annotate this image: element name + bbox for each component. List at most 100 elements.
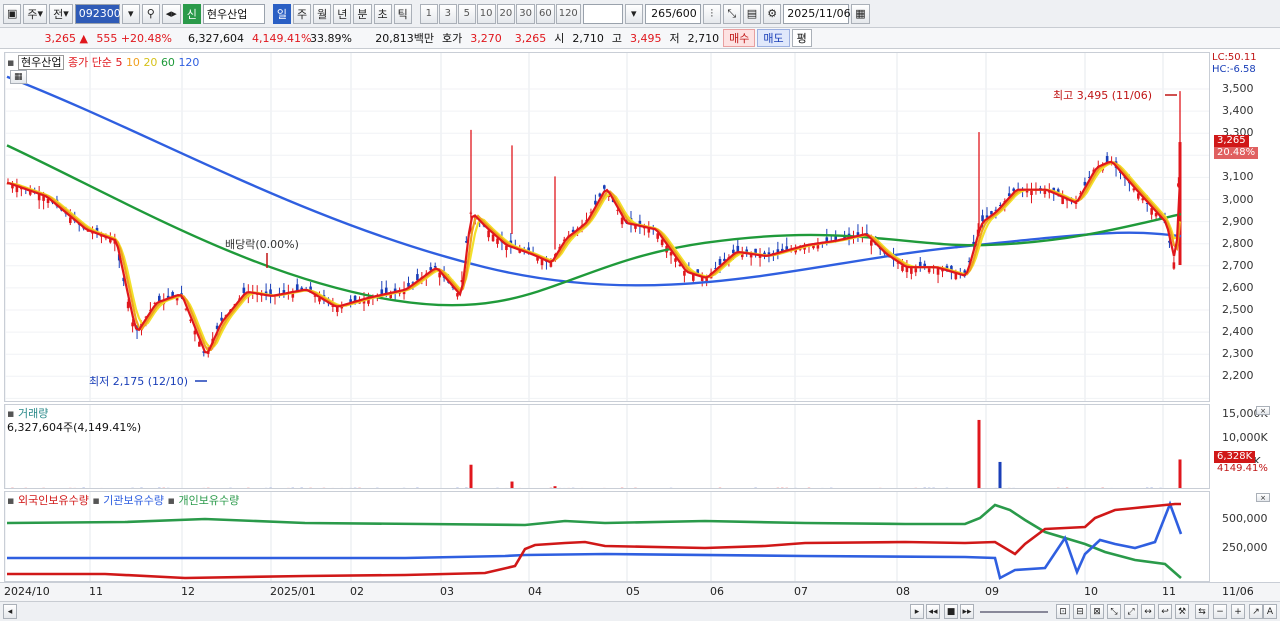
chart-scrollbar[interactable]: ◂ ▸ ◂◂ ■ ▸▸ ⊡ ⊟ ⊠ ⤡ ⤢ ↔ ↩ ⚒ ⇆ − + ↗ A — [0, 601, 1280, 621]
volume-bar — [571, 487, 575, 488]
candle-body — [433, 265, 437, 268]
forward-icon[interactable]: ▸▸ — [960, 604, 974, 619]
volume-bar — [977, 488, 979, 489]
tool-icon-8[interactable]: ⚒ — [1175, 604, 1189, 619]
table-icon[interactable]: ▦ — [10, 70, 27, 84]
volume-bar — [287, 487, 290, 488]
tool-icon-3[interactable]: ⊠ — [1090, 604, 1104, 619]
tool-icon-2[interactable]: ⊟ — [1073, 604, 1087, 619]
current-price-tag: 3,265 — [1214, 135, 1249, 147]
tool-icon-7[interactable]: ↩ — [1158, 604, 1172, 619]
volume-bar — [941, 488, 943, 489]
code-dropdown-icon[interactable]: ▾ — [121, 3, 140, 24]
legend-ma-60: 60 — [160, 56, 175, 69]
candle-settings-icon[interactable]: ⫶ — [702, 3, 721, 24]
bid-price: 3,265 — [514, 31, 547, 45]
volume-bar — [1115, 488, 1117, 489]
volume-pane[interactable]: ▪ 거래량 6,327,604주(4,149.41%) — [4, 404, 1210, 489]
legend-square-icon: ▪ — [167, 494, 175, 507]
volume-bar — [817, 488, 819, 489]
preset-60[interactable]: 60 — [535, 3, 555, 24]
volume-bar — [87, 488, 89, 489]
tab-day[interactable]: 일 — [272, 3, 292, 24]
preset-1[interactable]: 1 — [419, 3, 438, 24]
volume-pane-close-icon[interactable]: × — [1256, 406, 1270, 415]
layout-icon[interactable]: ▣ — [3, 3, 22, 24]
tool-icon-1[interactable]: ⊡ — [1056, 604, 1070, 619]
volume-bar — [140, 487, 143, 488]
date-field[interactable]: 2025/11/06 — [783, 3, 851, 24]
preset-10[interactable]: 10 — [476, 3, 496, 24]
volume-bar — [759, 488, 761, 489]
speaker-icon[interactable]: ◂▸ — [161, 3, 181, 24]
search-icon[interactable]: ⚲ — [141, 3, 160, 24]
scroll-right-icon[interactable]: ▸ — [910, 604, 924, 619]
holding-pane-close-icon[interactable]: × — [1256, 493, 1270, 502]
volume-bar — [1159, 487, 1162, 488]
stop-icon[interactable]: ■ — [944, 604, 958, 619]
volume-spike — [510, 481, 514, 488]
crosshair-icon[interactable]: ⤡ — [722, 3, 741, 24]
buy-button[interactable]: 매수 — [723, 29, 756, 47]
volume-bar — [1124, 488, 1126, 489]
stock-code-input[interactable]: 092300 — [74, 3, 121, 24]
volume-bar — [857, 488, 859, 489]
tool-icon-6[interactable]: ↔ — [1141, 604, 1155, 619]
gear-icon[interactable]: ⚙ — [763, 3, 782, 24]
volume-bar — [523, 488, 525, 489]
price-axis-tick: 3,400 — [1222, 104, 1254, 118]
lc-label: LC:50.11 — [1212, 52, 1257, 63]
zoom-slider[interactable] — [980, 611, 1048, 613]
type-select[interactable]: 주 ▾ — [23, 3, 48, 24]
volume-bar — [972, 488, 974, 489]
scroll-left-icon[interactable]: ◂ — [3, 604, 17, 619]
volume-ratio: 4,149.41% — [252, 31, 312, 45]
pan-icon[interactable]: ⇆ — [1195, 604, 1209, 619]
market-select[interactable]: 전 ▾ — [49, 3, 73, 24]
volume-bar — [776, 487, 780, 488]
stock-name-field[interactable]: 현우산업 — [202, 3, 265, 24]
eval-button[interactable]: 평 — [791, 29, 812, 47]
volume-bar — [443, 488, 445, 489]
sell-button[interactable]: 매도 — [757, 29, 790, 47]
chevron-down-icon[interactable]: ▾ — [624, 3, 643, 24]
quote-info-bar: 3,265 ▲ 555 +20.48% 6,327,604 4,149.41% … — [0, 28, 1280, 49]
zoom-out-icon[interactable]: − — [1213, 604, 1227, 619]
candle-body — [416, 274, 419, 281]
volume-bar — [207, 487, 210, 488]
preset-30[interactable]: 30 — [516, 3, 535, 24]
volume-bar — [349, 487, 352, 488]
tab-week[interactable]: 주 — [293, 3, 312, 24]
preset-5[interactable]: 5 — [457, 3, 476, 24]
preset-120[interactable]: 120 — [555, 3, 581, 24]
preset-20[interactable]: 20 — [496, 3, 516, 24]
price-axis-tick: 2,400 — [1222, 325, 1254, 339]
volume-bar — [1106, 488, 1108, 489]
volume-bar — [216, 488, 218, 489]
custom-period-input[interactable] — [582, 3, 623, 24]
tab-second[interactable]: 초 — [373, 3, 392, 24]
volume-bar — [136, 488, 138, 489]
tab-year[interactable]: 년 — [333, 3, 352, 24]
rewind-icon[interactable]: ◂◂ — [926, 604, 940, 619]
price-chart-pane[interactable]: ▪ 현우산업 종가 단순 5 10 20 60 120 ▦ 최고 3,495 (… — [4, 52, 1210, 402]
volume-bar — [728, 488, 730, 489]
count-field[interactable]: 265/600 — [644, 3, 701, 24]
change-pct: +20.48% — [120, 31, 172, 45]
font-size-icon[interactable]: A — [1263, 604, 1277, 619]
preset-3[interactable]: 3 — [438, 3, 457, 24]
tab-month[interactable]: 월 — [313, 3, 332, 24]
credit-badge[interactable]: 신 — [182, 3, 201, 24]
zoom-in-icon[interactable]: + — [1231, 604, 1245, 619]
tab-minute[interactable]: 분 — [353, 3, 372, 24]
volume-bar — [567, 487, 570, 488]
legend-ma-label: 종가 단순 — [67, 56, 112, 69]
save-icon[interactable]: ▤ — [742, 3, 762, 24]
volume-spike — [469, 464, 473, 488]
zoom-reset-icon[interactable]: ↗ — [1249, 604, 1263, 619]
tab-tick[interactable]: 틱 — [393, 3, 412, 24]
tool-icon-5[interactable]: ⤢ — [1124, 604, 1138, 619]
holding-pane[interactable]: ▪ 외국인보유수량 ▪ 기관보유수량 ▪ 개인보유수량 — [4, 491, 1210, 582]
tool-icon-4[interactable]: ⤡ — [1107, 604, 1121, 619]
calendar-icon[interactable]: ▦ — [851, 3, 870, 24]
